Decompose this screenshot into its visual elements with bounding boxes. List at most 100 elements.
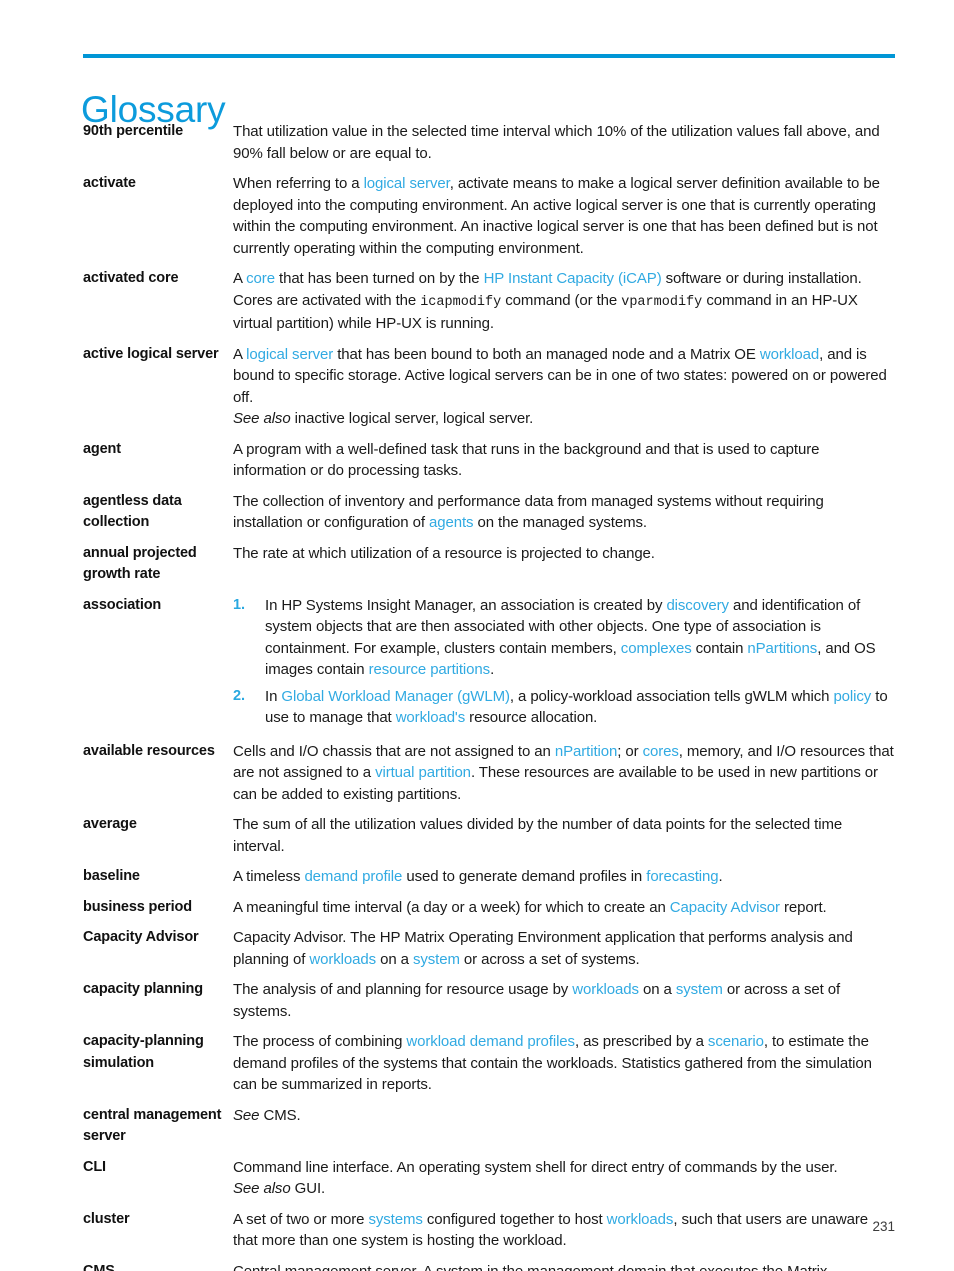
- list-item-body: In HP Systems Insight Manager, an associ…: [265, 595, 895, 681]
- glossary-definition: Cells and I/O chassis that are not assig…: [233, 741, 895, 806]
- glossary-term: average: [83, 816, 137, 832]
- glossary-xref-link[interactable]: system: [676, 981, 723, 998]
- glossary-entry: baseline A timeless demand profile used t…: [83, 866, 895, 888]
- list-item-body: In Global Workload Manager (gWLM), a pol…: [265, 686, 895, 729]
- glossary-entry: central management server See CMS.: [83, 1105, 895, 1148]
- glossary-term: CLI: [83, 1158, 106, 1175]
- glossary-term: annual projected growth rate: [83, 544, 197, 583]
- glossary-xref-link[interactable]: systems: [368, 1211, 422, 1228]
- definition-text: A set of two or more: [233, 1210, 369, 1228]
- list-item: 1. In HP Systems Insight Manager, an asso…: [233, 595, 895, 681]
- glossary-definition: Capacity Advisor. The HP Matrix Operatin…: [233, 927, 895, 970]
- list-item: 2. In Global Workload Manager (gWLM), a p…: [233, 686, 895, 729]
- definition-text: A timeless: [233, 868, 305, 885]
- glossary-term: baseline: [83, 868, 140, 884]
- definition-text: inactive logical server, logical server.: [290, 410, 534, 427]
- see-also-label: See also: [233, 410, 291, 427]
- glossary-entry: available resources Cells and I/O chassis…: [83, 741, 895, 806]
- glossary-xref-link[interactable]: workload demand profiles: [406, 1033, 575, 1050]
- definition-text: report.: [779, 898, 827, 916]
- glossary-xref-link[interactable]: virtual partition: [375, 764, 471, 781]
- definition-text: In HP Systems Insight Manager, an associ…: [265, 596, 667, 614]
- definition-text: command (or the: [501, 291, 622, 309]
- glossary-entry: capacity planning The analysis of and pla…: [83, 979, 895, 1022]
- glossary-entry: Capacity Advisor Capacity Advisor. The HP…: [83, 927, 895, 970]
- glossary-entry: cluster A set of two or more systems conf…: [83, 1209, 895, 1252]
- glossary-definition: Central management server. A system in t…: [233, 1261, 895, 1271]
- glossary-xref-link[interactable]: core: [246, 270, 275, 287]
- definition-text: A program with a well-defined task that …: [233, 440, 820, 480]
- glossary-xref-link[interactable]: nPartitions: [747, 640, 817, 657]
- definition-text: contain: [691, 639, 748, 657]
- glossary-definition: A program with a well-defined task that …: [233, 439, 895, 482]
- definition-text: GUI.: [290, 1180, 326, 1197]
- glossary-xref-link[interactable]: cores: [643, 743, 679, 760]
- glossary-term: central management server: [83, 1106, 222, 1145]
- definition-numbered-list: 1. In HP Systems Insight Manager, an asso…: [233, 595, 895, 729]
- glossary-term: activated core: [83, 270, 179, 286]
- glossary-definition: The analysis of and planning for resourc…: [233, 979, 895, 1022]
- definition-text: That utilization value in the selected t…: [233, 123, 880, 162]
- definition-text: , as prescribed by a: [574, 1033, 708, 1050]
- definition-text: The rate at which utilization of a resou…: [233, 544, 655, 562]
- definition-text: A: [233, 345, 247, 363]
- glossary-entry: annual projected growth rate The rate at …: [83, 543, 895, 586]
- definition-text: on a: [638, 981, 676, 998]
- glossary-definition: The collection of inventory and performa…: [233, 491, 895, 534]
- definition-text: configured together to host: [422, 1210, 607, 1228]
- glossary-xref-link[interactable]: policy: [833, 688, 871, 705]
- definition-text: resource allocation.: [465, 709, 598, 726]
- definition-text: Central management server. A system in t…: [233, 1262, 828, 1271]
- glossary-definition: A timeless demand profile used to genera…: [233, 866, 895, 888]
- glossary-xref-link[interactable]: scenario: [708, 1033, 764, 1050]
- glossary-term: business period: [83, 898, 192, 915]
- glossary-xref-link[interactable]: workloads: [572, 981, 639, 998]
- glossary-definition: 1. In HP Systems Insight Manager, an asso…: [233, 595, 895, 729]
- glossary-xref-link[interactable]: discovery: [666, 597, 729, 614]
- glossary-xref-link[interactable]: logical server: [364, 175, 450, 192]
- glossary-xref-link[interactable]: HP Instant Capacity (iCAP): [484, 270, 662, 287]
- glossary-definition: See CMS.: [233, 1105, 895, 1127]
- glossary-entry: agent A program with a well-defined task …: [83, 439, 895, 482]
- glossary-xref-link[interactable]: demand profile: [304, 868, 402, 885]
- definition-text: In: [265, 687, 282, 705]
- glossary-term: Capacity Advisor: [83, 929, 199, 945]
- glossary-xref-link[interactable]: logical server: [246, 346, 333, 363]
- glossary-term: available resources: [83, 742, 215, 759]
- glossary-xref-link[interactable]: workloads: [607, 1211, 674, 1228]
- definition-text: ; or: [617, 742, 643, 760]
- list-item-marker: 1.: [233, 596, 245, 613]
- title-rule: [83, 54, 895, 58]
- glossary-xref-link[interactable]: complexes: [621, 640, 692, 657]
- definition-text: Command line interface. An operating sys…: [233, 1158, 838, 1176]
- glossary-xref-link[interactable]: nPartition: [555, 743, 617, 760]
- command-literal: icapmodify: [420, 294, 502, 310]
- definition-text: on a: [376, 950, 413, 968]
- glossary-xref-link[interactable]: Capacity Advisor: [670, 899, 780, 916]
- definition-text: A: [233, 270, 247, 287]
- glossary-entry-list: 90th percentile That utilization value in…: [83, 121, 895, 1271]
- glossary-entry: activate When referring to a logical serv…: [83, 173, 895, 259]
- definition-text: The analysis of and planning for resourc…: [233, 981, 573, 998]
- glossary-term: agent: [83, 440, 121, 457]
- page-number: 231: [872, 1219, 895, 1234]
- glossary-xref-link[interactable]: system: [413, 951, 460, 968]
- command-literal: vparmodify: [621, 294, 703, 310]
- glossary-xref-link[interactable]: resource partitions: [369, 661, 491, 678]
- glossary-definition: A set of two or more systems configured …: [233, 1209, 895, 1252]
- glossary-xref-link[interactable]: workloads: [309, 951, 376, 968]
- glossary-xref-link[interactable]: workload's: [396, 709, 466, 726]
- glossary-definition: A logical server that has been bound to …: [233, 344, 895, 430]
- glossary-definition: Command line interface. An operating sys…: [233, 1157, 895, 1200]
- glossary-xref-link[interactable]: workload: [760, 346, 819, 363]
- glossary-definition: A core that has been turned on by the HP…: [233, 268, 895, 335]
- glossary-xref-link[interactable]: agents: [429, 514, 474, 531]
- glossary-term: cluster: [83, 1210, 130, 1227]
- glossary-entry: business period A meaningful time interva…: [83, 897, 895, 919]
- glossary-definition: The process of combining workload demand…: [233, 1031, 895, 1096]
- glossary-definition: The sum of all the utilization values di…: [233, 814, 895, 857]
- glossary-xref-link[interactable]: forecasting: [646, 868, 718, 885]
- glossary-xref-link[interactable]: Global Workload Manager (gWLM): [281, 688, 510, 705]
- definition-text: on the managed systems.: [473, 514, 648, 531]
- glossary-entry: 90th percentile That utilization value in…: [83, 121, 895, 164]
